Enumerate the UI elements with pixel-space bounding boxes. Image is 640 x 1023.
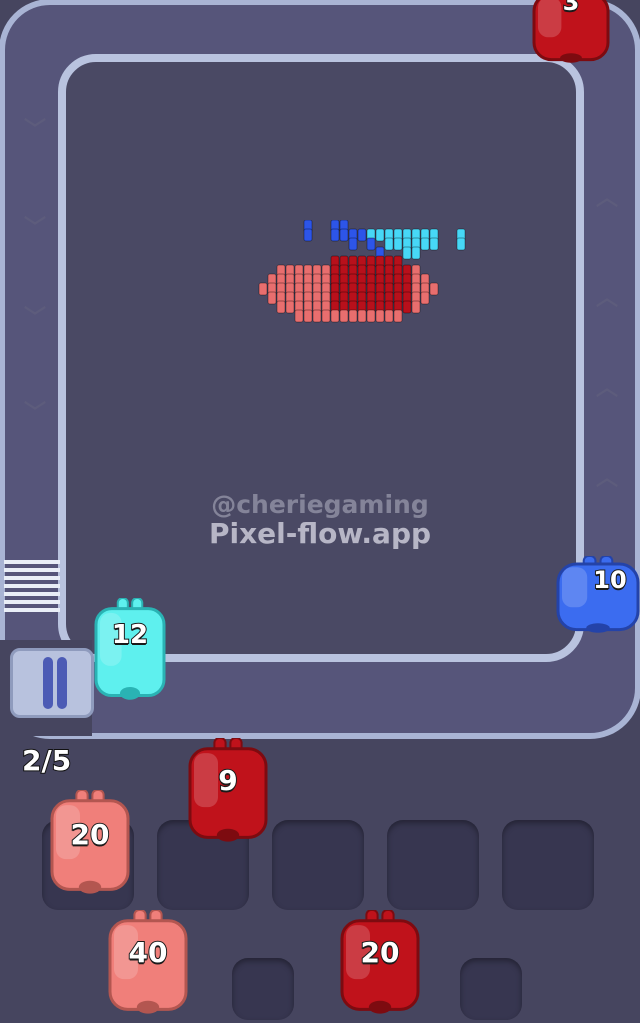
pig-blue-right: 10: [556, 556, 640, 636]
pig-red-20[interactable]: 20: [340, 910, 420, 1018]
pig-red-9[interactable]: 9: [188, 738, 268, 846]
slot-3[interactable]: [272, 820, 364, 910]
slot-queue: [232, 958, 294, 1020]
pig-value: 20: [70, 817, 111, 852]
chevron-up-icon: ︿: [596, 186, 619, 211]
pig-value: 20: [360, 935, 401, 970]
chevron-up-icon: ︿: [596, 376, 619, 401]
pixel-art-target: [258, 220, 466, 323]
pig-cyan-active: 12: [94, 598, 166, 704]
chevron-up-icon: ︿: [596, 286, 619, 311]
pig-value: 10: [592, 565, 627, 595]
pig-salmon-40[interactable]: 40: [108, 910, 188, 1018]
slot-queue: [460, 958, 522, 1020]
chevron-up-icon: ︿: [596, 466, 619, 491]
pig-value: 9: [217, 763, 238, 798]
pig-red-top: 3: [532, 0, 610, 66]
chevron-down-icon: ﹀: [24, 118, 47, 143]
chevron-down-icon: ﹀: [24, 401, 47, 426]
watermark-site: Pixel-flow.app: [208, 517, 432, 550]
pig-value: 3: [562, 0, 581, 17]
pig-launcher: [10, 648, 94, 718]
pig-value: 12: [111, 619, 149, 651]
chevron-down-icon: ﹀: [24, 306, 47, 331]
watermark-handle: @cheriegaming: [211, 490, 429, 519]
pig-value: 40: [128, 935, 169, 970]
pig-salmon-20[interactable]: 20: [50, 790, 130, 898]
queue-counter: 2/5: [21, 743, 72, 778]
slot-5[interactable]: [502, 820, 594, 910]
chevron-down-icon: ﹀: [24, 216, 47, 241]
slot-4[interactable]: [387, 820, 479, 910]
